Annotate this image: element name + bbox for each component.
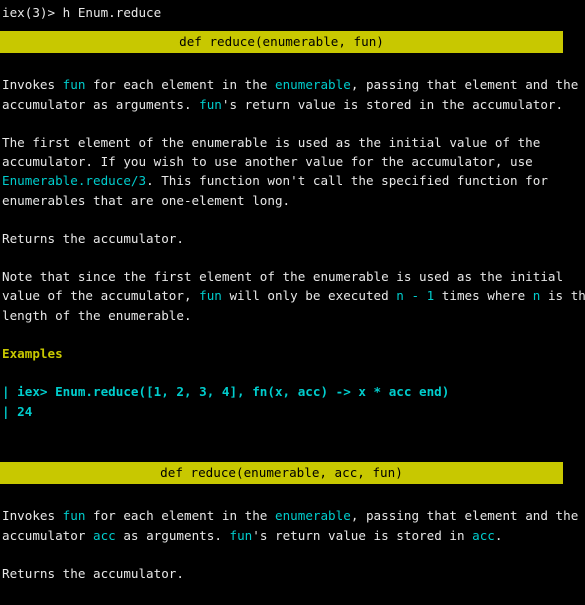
doc-text: 's return value is stored in the accumul… (221, 96, 564, 112)
doc-text: accumulator (2, 527, 93, 543)
code-gutter-bar: | (2, 384, 18, 400)
doc-text-line: value of the accumulator, fun will only … (0, 286, 585, 305)
doc-text: The first element of the enumerable is u… (2, 134, 541, 150)
example-code-line: | iex> Enum.reduce([1, 2, 3, 4], fn(x, a… (0, 382, 585, 401)
inline-code: fun (62, 508, 86, 524)
inline-code: enumerable (274, 508, 351, 524)
doc-text: accumulator. If you wish to use another … (2, 154, 533, 170)
doc-text: value of the accumulator, (2, 288, 200, 304)
examples-heading-reduce-2: Examples (2, 346, 63, 361)
code-gutter-bar: | (2, 403, 18, 419)
example-code-text: iex> Enum.reduce([1, 2, 3, 4], fn(x, acc… (17, 384, 450, 400)
prompt-line[interactable]: iex(3)> h Enum.reduce (0, 3, 585, 22)
inline-code: acc (472, 527, 495, 543)
doc-text-line: length of the enumerable. (0, 306, 585, 325)
doc-text: Invokes (2, 508, 63, 524)
doc-text-line: Invokes fun for each element in the enum… (0, 506, 585, 525)
doc-text: length of the enumerable. (2, 307, 192, 323)
signature-bar-reduce-2: def reduce(enumerable, fun) (0, 31, 563, 54)
inline-code: fun (199, 288, 222, 304)
inline-code: fun (62, 77, 86, 93)
doc-text: times where (434, 288, 533, 304)
terminal-window[interactable]: ..... iex(3)> h Enum.reduce def reduce(e… (0, 0, 585, 605)
terminal-screen: iex(3)> h Enum.reduce def reduce(enumera… (0, 3, 585, 605)
doc-text: for each element in the (85, 508, 275, 524)
doc-text: Note that since the first element of the… (2, 269, 564, 285)
inline-code: fun (229, 527, 253, 543)
doc-text: , passing that element and the (350, 508, 579, 524)
doc-text-line: Note that since the first element of the… (0, 267, 585, 286)
doc-text: . This function won't call the specified… (146, 173, 548, 189)
doc-body-reduce-3: Invokes fun for each element in the enum… (0, 506, 585, 583)
doc-text-line: accumulator as arguments. fun's return v… (0, 95, 585, 114)
doc-text-line: Enumerable.reduce/3. This function won't… (0, 171, 585, 190)
doc-text: will only be executed (221, 288, 397, 304)
doc-text-line: accumulator acc as arguments. fun's retu… (0, 526, 585, 545)
doc-text-line: Invokes fun for each element in the enum… (0, 75, 585, 94)
doc-text: Returns the accumulator. (2, 230, 184, 246)
signature-bar-reduce-3: def reduce(enumerable, acc, fun) (0, 462, 563, 485)
doc-text-line: The first element of the enumerable is u… (0, 133, 585, 152)
example-block-reduce-2: | iex> Enum.reduce([1, 2, 3, 4], fn(x, a… (0, 382, 585, 420)
doc-text-line: Returns the accumulator. (0, 229, 585, 248)
doc-text-line: Returns the accumulator. (0, 564, 585, 583)
inline-code: Enumerable.reduce/3 (2, 173, 147, 189)
inline-code: n - 1 (396, 288, 435, 304)
doc-text: as arguments. (115, 527, 230, 543)
doc-text: enumerables that are one-element long. (2, 192, 291, 208)
doc-text: is the (547, 288, 585, 304)
example-code-line: | 24 (0, 402, 585, 421)
example-code-text: 24 (17, 403, 33, 419)
inline-code: acc (93, 527, 116, 543)
doc-text-line: accumulator. If you wish to use another … (0, 152, 585, 171)
doc-text: Invokes (2, 77, 63, 93)
doc-text: . (494, 527, 503, 543)
inline-code: enumerable (274, 77, 351, 93)
doc-text: accumulator as arguments. (2, 96, 200, 112)
doc-text: , passing that element and the (350, 77, 579, 93)
doc-body-reduce-2: Invokes fun for each element in the enum… (0, 75, 585, 324)
doc-text: 's return value is stored in (252, 527, 473, 543)
doc-text: for each element in the (85, 77, 275, 93)
inline-code: fun (199, 96, 222, 112)
doc-text: Returns the accumulator. (2, 565, 184, 581)
doc-text-line: enumerables that are one-element long. (0, 191, 585, 210)
